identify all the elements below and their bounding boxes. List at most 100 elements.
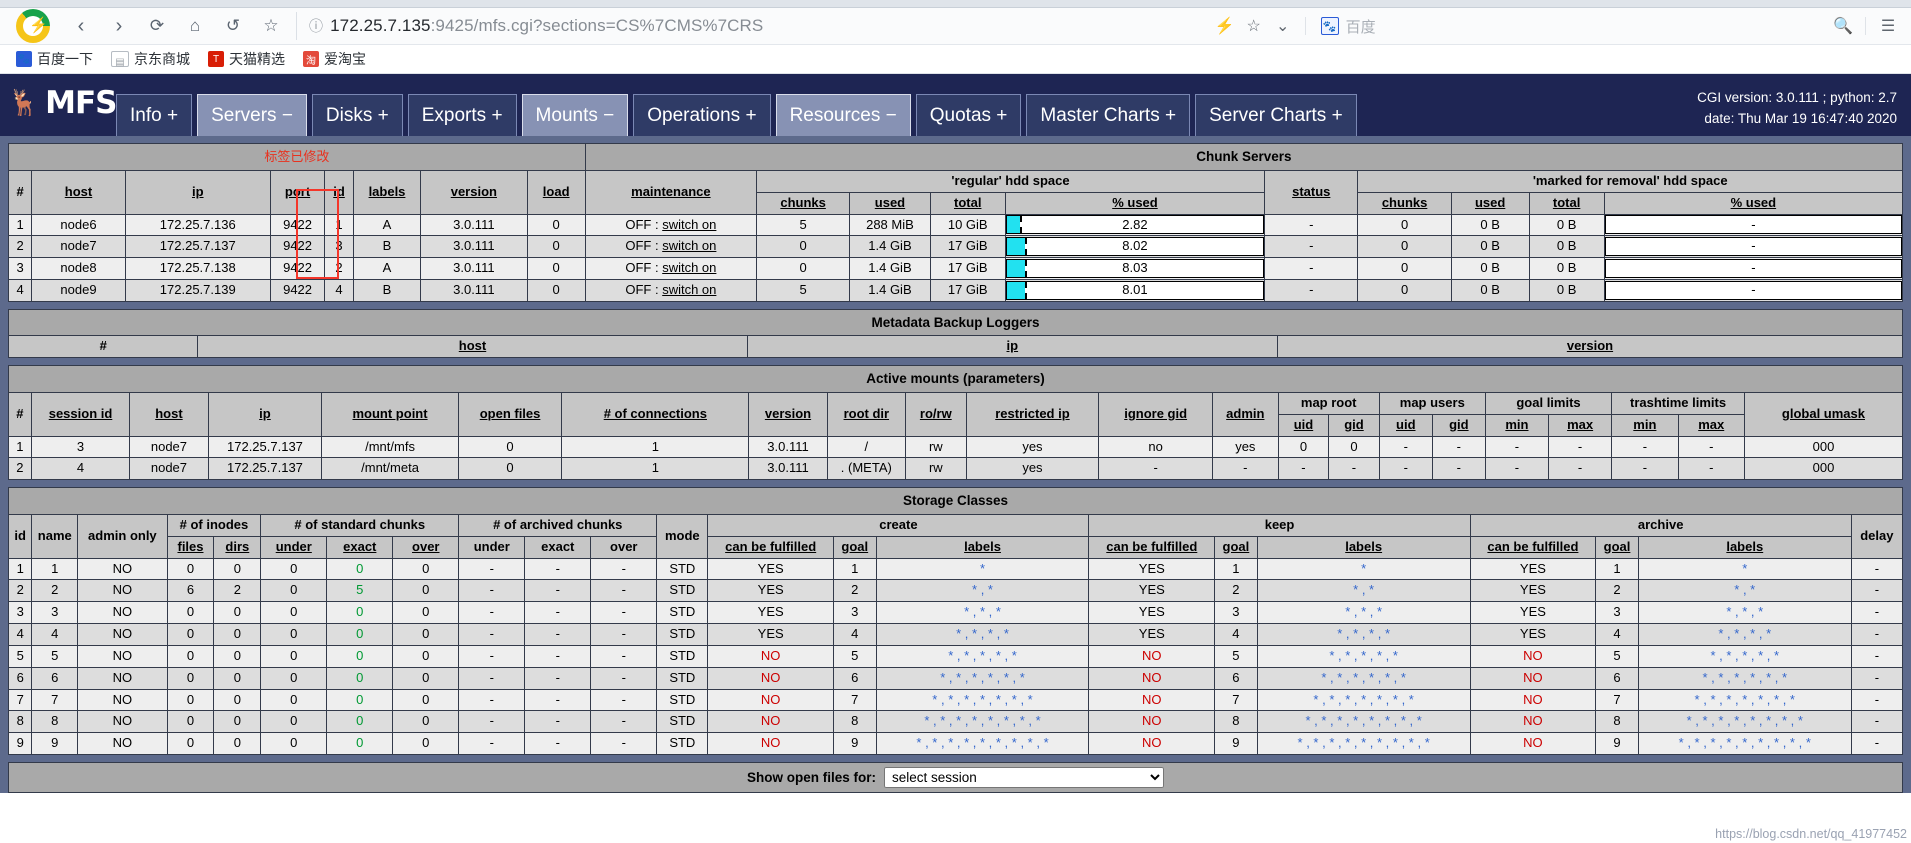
nav-tab-info[interactable]: Info + — [116, 94, 193, 136]
cell-maintenance[interactable]: OFF : switch on — [584, 257, 757, 281]
col-mount-point[interactable]: mount point — [321, 391, 459, 437]
usage-bar: 8.01 — [1005, 280, 1265, 300]
col-ip[interactable]: ip — [746, 335, 1278, 359]
col-gl-min[interactable]: min — [1484, 413, 1550, 437]
col-load[interactable]: load — [526, 169, 586, 215]
cell-dirs: 2 — [213, 579, 262, 603]
col-host[interactable]: host — [197, 335, 748, 359]
nav-tab-quotas[interactable]: Quotas + — [915, 94, 1022, 136]
col-connections[interactable]: # of connections — [561, 391, 750, 437]
bookmark-item-jd[interactable]: ▤ 京东商城 — [105, 47, 196, 71]
nav-tab-resources[interactable]: Resources − — [775, 94, 911, 136]
bookmark-item-taobao[interactable]: 淘 爱淘宝 — [297, 47, 372, 71]
cell-maintenance[interactable]: OFF : switch on — [584, 213, 757, 237]
col-host[interactable]: host — [129, 391, 209, 437]
col-maintenance[interactable]: maintenance — [584, 169, 757, 215]
col-std-over[interactable]: over — [392, 535, 460, 559]
col-version[interactable]: version — [420, 169, 528, 215]
col-r-chunks[interactable]: chunks — [1357, 191, 1452, 215]
col-create-goal[interactable]: goal — [832, 535, 877, 559]
address-bar[interactable]: ⓘ 172.25.7.135:9425/mfs.cgi?sections=CS%… — [296, 12, 1212, 40]
col-mr-uid[interactable]: uid — [1277, 413, 1330, 437]
col-host[interactable]: host — [31, 169, 126, 215]
switch-on-link[interactable]: switch on — [662, 238, 716, 253]
col-r-pct[interactable]: % used — [1603, 191, 1904, 215]
col-tl-max[interactable]: max — [1677, 413, 1745, 437]
col-dirs[interactable]: dirs — [213, 535, 262, 559]
col-keep-goal[interactable]: goal — [1214, 535, 1258, 559]
col-ip[interactable]: ip — [124, 169, 271, 215]
nav-tab-exports[interactable]: Exports + — [407, 94, 517, 136]
col-root-dir[interactable]: root dir — [826, 391, 906, 437]
col-create-fulfilled[interactable]: can be fulfilled — [707, 535, 834, 559]
col-port[interactable]: port — [269, 169, 326, 215]
session-select[interactable]: select session — [884, 767, 1164, 789]
switch-on-link[interactable]: switch on — [662, 282, 716, 297]
cell-tl-max: - — [1677, 435, 1745, 459]
col-used[interactable]: used — [849, 191, 931, 215]
col-keep-labels[interactable]: labels — [1256, 535, 1471, 559]
undo-icon[interactable]: ↺ — [214, 11, 252, 41]
col-chunks[interactable]: chunks — [755, 191, 851, 215]
bookmark-item-tmall[interactable]: T 天猫精选 — [202, 47, 291, 71]
col-version[interactable]: version — [1276, 335, 1904, 359]
col-open-files[interactable]: open files — [457, 391, 563, 437]
bookmark-item-baidu[interactable]: 🐾 百度一下 — [10, 47, 99, 71]
star-icon[interactable]: ☆ — [252, 11, 290, 41]
switch-on-link[interactable]: switch on — [662, 217, 716, 232]
nav-tab-servers[interactable]: Servers − — [197, 94, 307, 136]
col-total[interactable]: total — [929, 191, 1006, 215]
cell-maintenance[interactable]: OFF : switch on — [584, 279, 757, 302]
back-arrow-icon[interactable]: ‹ — [62, 11, 100, 41]
col-r-total[interactable]: total — [1528, 191, 1605, 215]
col-version[interactable]: version — [748, 391, 828, 437]
cell-keep-labels: * , * , * , * , * , * , * , * , * — [1256, 732, 1471, 756]
col-tl-min[interactable]: min — [1611, 413, 1679, 437]
col-global-umask[interactable]: global umask — [1743, 391, 1904, 437]
nav-tab-disks[interactable]: Disks + — [311, 94, 403, 136]
nav-tab-mounts[interactable]: Mounts − — [521, 94, 629, 136]
col-ip[interactable]: ip — [207, 391, 323, 437]
col-id[interactable]: id — [324, 169, 354, 215]
star-outline-icon[interactable]: ☆ — [1241, 13, 1267, 39]
search-engine-selector[interactable]: 🐾 百度 — [1315, 16, 1382, 37]
col-archive-labels[interactable]: labels — [1637, 535, 1852, 559]
col-restricted-ip[interactable]: restricted ip — [965, 391, 1100, 437]
col-rorw[interactable]: ro/rw — [904, 391, 967, 437]
col-archive-goal[interactable]: goal — [1595, 535, 1639, 559]
reload-icon[interactable]: ⟳ — [138, 11, 176, 41]
cell-r-pct: - — [1603, 257, 1904, 281]
col-session-id[interactable]: session id — [30, 391, 131, 437]
cell-total: 17 GiB — [929, 279, 1006, 302]
col-labels[interactable]: labels — [352, 169, 422, 215]
col-admin[interactable]: admin — [1211, 391, 1279, 437]
cell-std-over: 0 — [392, 601, 460, 625]
col-gl-max[interactable]: max — [1548, 413, 1613, 437]
col-r-used[interactable]: used — [1450, 191, 1530, 215]
hamburger-menu-icon[interactable]: ☰ — [1875, 13, 1901, 39]
lightning-icon[interactable]: ⚡ — [1212, 13, 1238, 39]
col-archive-fulfilled[interactable]: can be fulfilled — [1469, 535, 1597, 559]
home-icon[interactable]: ⌂ — [176, 11, 214, 41]
search-icon[interactable]: 🔍 — [1830, 13, 1856, 39]
forward-arrow-icon[interactable]: › — [100, 11, 138, 41]
chevron-down-icon[interactable]: ⌄ — [1270, 13, 1296, 39]
cell-std-over: 0 — [392, 623, 460, 646]
col-keep-fulfilled[interactable]: can be fulfilled — [1088, 535, 1216, 559]
col-mu-uid[interactable]: uid — [1378, 413, 1433, 437]
col-files[interactable]: files — [166, 535, 215, 559]
cell-arc-under: - — [458, 710, 526, 734]
col-mr-gid[interactable]: gid — [1328, 413, 1380, 437]
col-pct-used[interactable]: % used — [1004, 191, 1266, 215]
nav-tab-mastercharts[interactable]: Master Charts + — [1026, 94, 1191, 136]
col-std-under[interactable]: under — [260, 535, 328, 559]
col-std-exact[interactable]: exact — [326, 535, 394, 559]
cell-maintenance[interactable]: OFF : switch on — [584, 235, 757, 259]
col-create-labels[interactable]: labels — [875, 535, 1090, 559]
col-mu-gid[interactable]: gid — [1431, 413, 1486, 437]
col-status[interactable]: status — [1264, 169, 1359, 215]
col-ignore-gid[interactable]: ignore gid — [1098, 391, 1213, 437]
nav-tab-servercharts[interactable]: Server Charts + — [1195, 94, 1357, 136]
nav-tab-operations[interactable]: Operations + — [633, 94, 771, 136]
switch-on-link[interactable]: switch on — [662, 260, 716, 275]
